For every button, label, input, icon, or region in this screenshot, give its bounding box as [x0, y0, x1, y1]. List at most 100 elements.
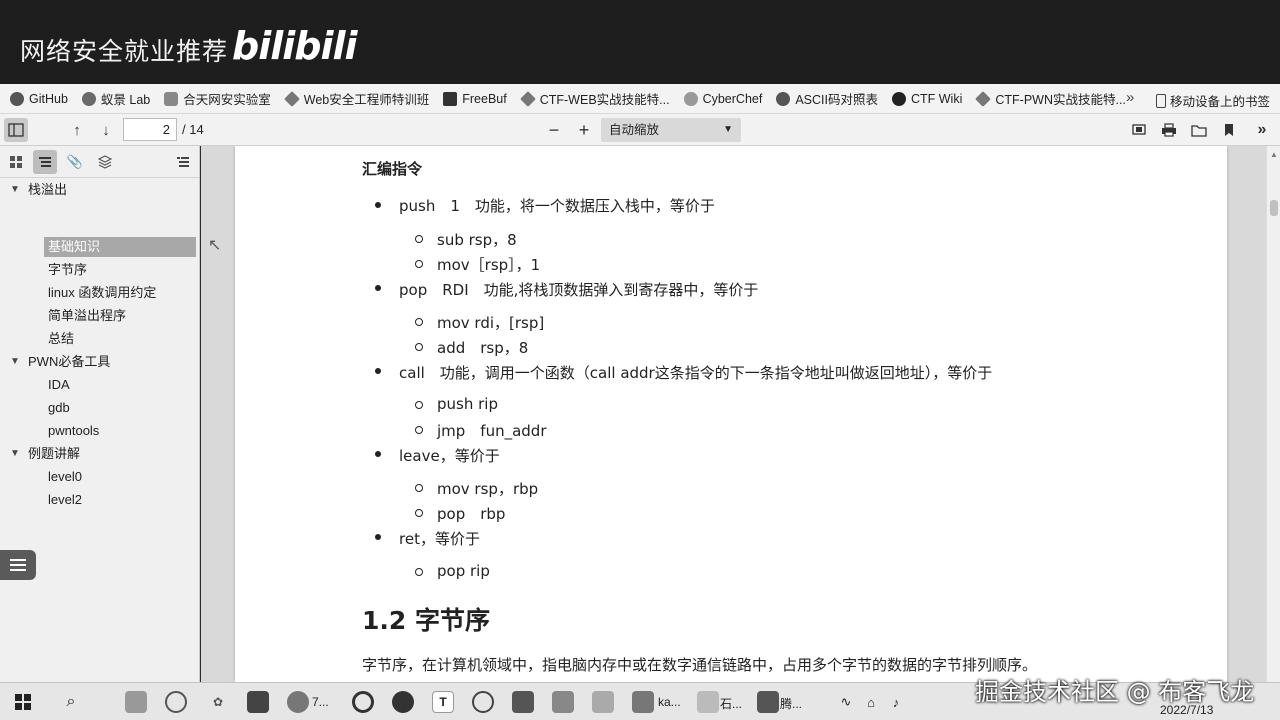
bookmark-ctf-web[interactable]: CTF-WEB实战技能特... — [519, 89, 670, 108]
circle-bullet-icon — [415, 401, 423, 409]
outline-item-calling-convention[interactable]: linux 函数调用约定 — [48, 283, 156, 303]
chef-icon — [683, 91, 698, 106]
banner-title: 网络安全就业推荐 — [20, 37, 229, 66]
bookmark-hetian-lab[interactable]: 合天网安实验室 — [164, 89, 271, 108]
app-icon[interactable] — [552, 691, 574, 713]
outline-item-examples[interactable]: 例题讲解 — [28, 444, 80, 464]
tab-outline[interactable] — [33, 150, 57, 174]
bookmarks-overflow-button[interactable]: » — [1126, 89, 1134, 106]
scroll-up-icon[interactable]: ▲ — [1270, 150, 1278, 159]
pop-detail-2: add rsp，8 — [437, 339, 529, 357]
bookmark-ctf-wiki[interactable]: CTF Wiki — [891, 91, 962, 106]
leave-detail-1: mov rsp，rbp — [437, 480, 539, 498]
sidebar-icon — [8, 123, 24, 137]
chat-icon[interactable] — [165, 691, 187, 713]
bullet-icon — [375, 285, 381, 291]
bookmark-yijing-lab[interactable]: 蚁景 Lab — [81, 89, 150, 108]
zoom-in-button[interactable]: + — [572, 118, 596, 142]
freebuf-icon — [443, 91, 458, 106]
app-icon[interactable] — [592, 691, 614, 713]
scrollbar-thumb[interactable] — [1270, 200, 1278, 216]
tray-icon[interactable]: ⌂ — [860, 691, 882, 713]
push-item: push 1 功能，将一个数据压入栈中，等价于 — [399, 197, 715, 215]
double-chevron-icon: » — [1257, 121, 1267, 138]
zoom-out-button[interactable]: − — [542, 118, 566, 142]
text-editor-icon[interactable]: T — [432, 691, 454, 713]
bookmark-ascii-table[interactable]: ASCII码对照表 — [776, 89, 878, 108]
tray-icon[interactable]: ∿ — [835, 691, 857, 713]
firefox-icon[interactable] — [287, 691, 309, 713]
circle-bullet-icon — [415, 484, 423, 492]
taskbar-label-teng[interactable]: 腾... — [780, 695, 802, 712]
collapse-triangle-icon[interactable]: ▼ — [10, 448, 20, 459]
outline-item-ida[interactable]: IDA — [48, 375, 70, 395]
bookmarks-bar: GitHub 蚁景 Lab 合天网安实验室 Web安全工程师特训班 FreeBu… — [0, 84, 1280, 114]
circle-bullet-icon — [415, 568, 423, 576]
mobile-bookmarks[interactable]: 移动设备上的书签 — [1156, 91, 1270, 110]
terminal-icon[interactable] — [247, 691, 269, 713]
bilibili-logo: bilibili — [232, 24, 358, 68]
bookmark-freebuf[interactable]: FreeBuf — [443, 91, 507, 106]
tab-attachments[interactable]: 📎 — [63, 150, 87, 174]
arrow-down-icon: ↓ — [102, 121, 110, 139]
tab-thumbnails[interactable] — [4, 150, 28, 174]
page-number-input[interactable]: 2 — [123, 118, 177, 141]
mouse-cursor-icon: ↖ — [208, 237, 222, 254]
app-icon[interactable] — [757, 691, 779, 713]
sidebar-tabs: 📎 — [0, 146, 199, 178]
bullet-icon — [375, 451, 381, 457]
globe-icon — [776, 91, 791, 106]
tools-menu-button[interactable]: » — [1250, 118, 1274, 142]
outline-sidebar: 📎 ▼ 栈溢出 基础知识 字节序 linux 函数调用约定 简单溢出程序 总结 … — [0, 146, 200, 682]
leave-item: leave，等价于 — [399, 447, 500, 465]
outline-item-level2[interactable]: level2 — [48, 490, 82, 510]
taskbar-label-ka[interactable]: ka... — [658, 695, 681, 709]
bookmark-ctf-pwn[interactable]: CTF-PWN实战技能特... — [975, 89, 1126, 108]
outline-item-basics[interactable]: 基础知识 — [44, 237, 196, 257]
vertical-scrollbar[interactable]: ▲ — [1266, 146, 1280, 682]
floating-menu-button[interactable] — [0, 550, 36, 580]
previous-page-button[interactable]: ↑ — [65, 118, 89, 142]
app-icon[interactable] — [697, 691, 719, 713]
outline-item-gdb[interactable]: gdb — [48, 398, 70, 418]
minus-icon: − — [548, 119, 560, 140]
app-icon[interactable] — [632, 691, 654, 713]
find-current-outline-button[interactable] — [171, 150, 195, 174]
outline-item-simple-overflow[interactable]: 简单溢出程序 — [48, 306, 126, 326]
presentation-icon — [1132, 124, 1146, 135]
taskbar-label-firefox[interactable]: 7... — [312, 695, 329, 709]
volume-icon[interactable]: ♪ — [885, 691, 907, 713]
outline-item-level0[interactable]: level0 — [48, 467, 82, 487]
collapse-triangle-icon[interactable]: ▼ — [10, 184, 20, 195]
pdf-app-icon[interactable] — [512, 691, 534, 713]
next-page-button[interactable]: ↓ — [94, 118, 118, 142]
browser-icon[interactable] — [472, 691, 494, 713]
circle-bullet-icon — [415, 235, 423, 243]
outline-item-stack-overflow[interactable]: 栈溢出 — [28, 180, 67, 200]
outline-item-summary[interactable]: 总结 — [48, 329, 74, 349]
pop-item: pop RDI 功能,将栈顶数据弹入到寄存器中，等价于 — [399, 281, 759, 299]
app-icon[interactable] — [125, 691, 147, 713]
tab-layers[interactable] — [93, 150, 117, 174]
print-button[interactable] — [1157, 118, 1181, 142]
media-icon[interactable] — [392, 691, 414, 713]
zoom-select[interactable]: 自动缩放 ▼ — [601, 118, 741, 142]
outline-item-pwn-tools[interactable]: PWN必备工具 — [28, 352, 110, 372]
bookmark-cyberchef[interactable]: CyberChef — [683, 91, 762, 106]
edge-icon[interactable] — [352, 691, 374, 713]
presentation-mode-button[interactable] — [1127, 118, 1151, 142]
tool-icon[interactable]: ✿ — [207, 691, 229, 713]
bookmark-github[interactable]: GitHub — [10, 91, 68, 106]
taskbar-label-shi[interactable]: 石... — [720, 695, 742, 712]
call-detail-2: jmp fun_addr — [437, 422, 547, 440]
bookmark-web-training[interactable]: Web安全工程师特训班 — [283, 89, 429, 108]
search-icon[interactable]: ⌕ — [60, 691, 82, 713]
subheading-asm: 汇编指令 — [362, 160, 423, 178]
sidebar-toggle-button[interactable] — [4, 118, 28, 142]
outline-item-endianness[interactable]: 字节序 — [48, 260, 87, 280]
outline-item-pwntools[interactable]: pwntools — [48, 421, 99, 441]
bookmark-button[interactable] — [1217, 118, 1241, 142]
save-button[interactable] — [1187, 118, 1211, 142]
collapse-triangle-icon[interactable]: ▼ — [10, 356, 20, 367]
windows-start-icon[interactable] — [12, 691, 34, 713]
